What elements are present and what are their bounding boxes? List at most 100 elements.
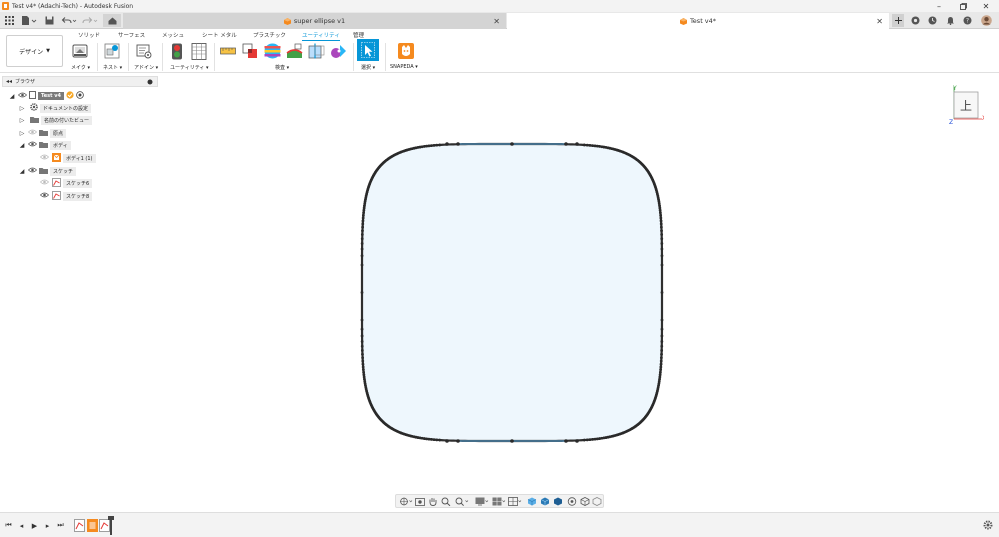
spline-fit-point[interactable] xyxy=(659,362,663,366)
timeline-body-feature-icon[interactable] xyxy=(87,519,98,532)
snapeda-button[interactable] xyxy=(397,42,415,60)
spline-fit-point[interactable] xyxy=(659,365,663,369)
spline-fit-point[interactable] xyxy=(660,344,664,348)
user-avatar[interactable] xyxy=(979,14,993,27)
timeline-prev-icon[interactable]: ◂ xyxy=(17,521,26,530)
spline-fit-point[interactable] xyxy=(360,263,364,267)
tab-mesh[interactable]: メッシュ xyxy=(162,31,184,39)
spline-fit-point[interactable] xyxy=(660,237,664,241)
make-group-label[interactable]: メイク ▾ xyxy=(71,64,90,71)
spline-fit-point[interactable] xyxy=(438,438,442,442)
spline-fit-point[interactable] xyxy=(430,438,433,441)
spline-fit-point[interactable] xyxy=(435,438,439,442)
draft-analysis-button[interactable] xyxy=(285,42,303,60)
cube-edges-icon[interactable] xyxy=(540,497,550,506)
tab-utility[interactable]: ユーティリティ xyxy=(302,31,340,41)
display-settings-icon[interactable] xyxy=(475,497,489,506)
tab-sheet-metal[interactable]: シート メタル xyxy=(202,31,237,39)
spline-fit-point[interactable] xyxy=(591,144,594,148)
spline-fit-point[interactable] xyxy=(660,327,664,331)
spline-fit-point[interactable] xyxy=(660,318,664,322)
sketch-point[interactable] xyxy=(445,142,449,146)
spline-fit-point[interactable] xyxy=(658,211,662,215)
spline-fit-point[interactable] xyxy=(360,291,364,294)
fit-window-icon[interactable] xyxy=(455,497,469,506)
zebra-analysis-button[interactable] xyxy=(263,42,281,60)
workspace-switcher-button[interactable]: デザイン ▼ xyxy=(6,35,63,67)
spline-fit-point[interactable] xyxy=(658,208,662,212)
spline-fit-point[interactable] xyxy=(360,233,364,236)
timeline-next-icon[interactable]: ▸ xyxy=(43,521,52,530)
spline-fit-point[interactable] xyxy=(658,370,662,374)
cube-select-icon[interactable] xyxy=(527,497,537,506)
spline-fit-point[interactable] xyxy=(432,438,436,442)
spline-fit-point[interactable] xyxy=(660,254,664,258)
tab-plastic[interactable]: プラスチック xyxy=(253,31,286,39)
spline-fit-point[interactable] xyxy=(660,349,664,352)
pan-hand-icon[interactable] xyxy=(428,497,438,506)
spline-fit-point[interactable] xyxy=(427,144,431,148)
spline-fit-point[interactable] xyxy=(585,438,589,442)
spline-fit-point[interactable] xyxy=(361,229,364,233)
cube-wire-icon[interactable] xyxy=(580,497,590,506)
spline-fit-point[interactable] xyxy=(361,225,365,229)
spline-fit-point[interactable] xyxy=(361,213,365,217)
spline-fit-point[interactable] xyxy=(362,370,366,374)
spline-fit-point[interactable] xyxy=(660,263,664,267)
target-select-icon[interactable] xyxy=(567,497,577,506)
tab-solid[interactable]: ソリッド xyxy=(78,31,100,39)
spline-fit-point[interactable] xyxy=(582,438,586,442)
spline-fit-point[interactable] xyxy=(361,222,365,226)
spline-fit-point[interactable] xyxy=(361,219,365,223)
tab-super-ellipse[interactable]: super ellipse v1 ✕ xyxy=(123,13,506,29)
spline-fit-point[interactable] xyxy=(361,359,365,363)
spline-fit-point[interactable] xyxy=(659,213,663,217)
close-icon[interactable]: ✕ xyxy=(975,0,997,12)
measure-button[interactable] xyxy=(219,42,237,60)
sketch-point[interactable] xyxy=(564,142,568,146)
cube-outline-icon[interactable] xyxy=(592,497,602,506)
sketch-point[interactable] xyxy=(575,439,579,443)
addins-button[interactable] xyxy=(135,42,153,60)
spline-fit-point[interactable] xyxy=(585,143,589,147)
spline-fit-point[interactable] xyxy=(360,254,364,258)
parameters-table-button[interactable] xyxy=(190,42,208,60)
spline-fit-point[interactable] xyxy=(659,216,663,220)
spline-fit-point[interactable] xyxy=(593,437,597,441)
zoom-icon[interactable] xyxy=(441,497,451,506)
make-3d-print-button[interactable] xyxy=(71,42,89,60)
snapeda-group-label[interactable]: SNAPEDA ▾ xyxy=(390,64,418,70)
utility-group-label[interactable]: ユーティリティ ▾ xyxy=(170,64,209,71)
center-of-mass-button[interactable] xyxy=(329,42,347,60)
spline-fit-point[interactable] xyxy=(360,340,364,343)
spline-fit-point[interactable] xyxy=(360,237,364,241)
spline-fit-point[interactable] xyxy=(427,437,431,441)
spline-fit-point[interactable] xyxy=(659,359,663,363)
spline-fit-point[interactable] xyxy=(430,144,433,148)
spline-fit-point[interactable] xyxy=(432,143,436,147)
spline-fit-point[interactable] xyxy=(425,144,428,148)
look-at-icon[interactable] xyxy=(415,497,425,506)
select-button[interactable] xyxy=(357,39,379,61)
spline-fit-point[interactable] xyxy=(660,291,664,294)
design-canvas[interactable] xyxy=(0,73,999,511)
sketch-point[interactable] xyxy=(575,142,579,146)
spline-fit-point[interactable] xyxy=(659,356,663,360)
spline-fit-point[interactable] xyxy=(360,242,364,245)
file-menu-icon[interactable] xyxy=(20,14,38,27)
spline-fit-point[interactable] xyxy=(660,352,663,356)
spline-fit-point[interactable] xyxy=(360,349,364,352)
spline-fit-point[interactable] xyxy=(361,368,365,372)
restore-icon[interactable] xyxy=(952,0,974,12)
spline-fit-point[interactable] xyxy=(582,143,586,147)
spline-fit-point[interactable] xyxy=(659,222,663,226)
timeline-settings-gear-icon[interactable] xyxy=(983,520,993,530)
tab-close-icon[interactable]: ✕ xyxy=(493,17,500,26)
spline-fit-point[interactable] xyxy=(360,334,364,338)
minimize-icon[interactable]: – xyxy=(928,0,950,12)
sketch-point[interactable] xyxy=(456,439,460,443)
spline-fit-point[interactable] xyxy=(360,247,364,251)
spline-fit-point[interactable] xyxy=(361,216,365,220)
spline-fit-point[interactable] xyxy=(360,327,364,331)
spline-fit-point[interactable] xyxy=(660,340,664,343)
